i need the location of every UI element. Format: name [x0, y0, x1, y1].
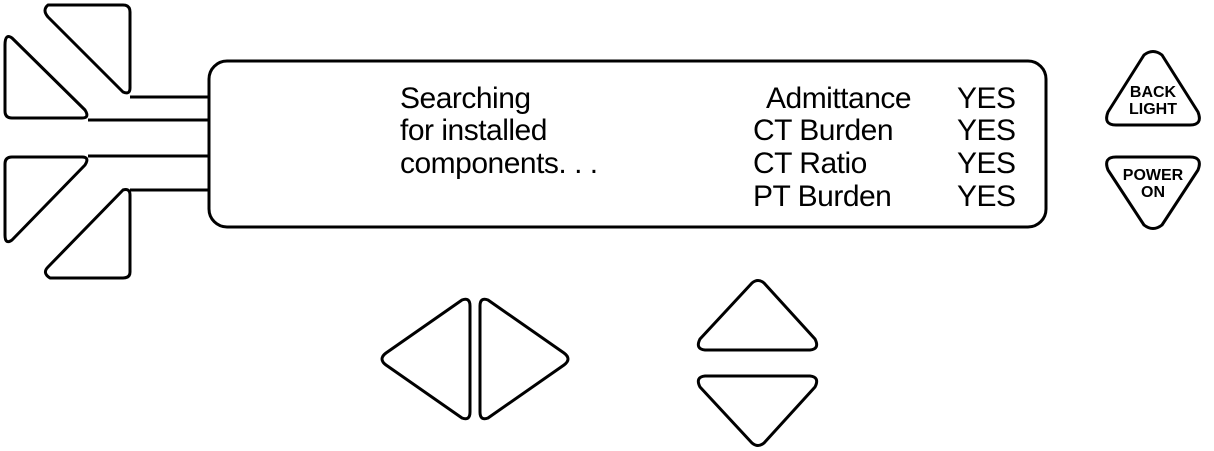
- component-status: YES: [957, 114, 1016, 147]
- backlight-label-line1: BACK: [1130, 84, 1177, 101]
- soft-key-upper-top-icon[interactable]: [43, 3, 132, 95]
- component-name: Admittance: [766, 82, 911, 115]
- backlight-label-line2: LIGHT: [1129, 101, 1177, 118]
- soft-key-lower-top-icon[interactable]: [3, 155, 89, 244]
- chevron-up-icon[interactable]: [696, 279, 819, 352]
- component-status: YES: [957, 180, 1016, 213]
- power-label-line2: ON: [1141, 184, 1165, 201]
- power-label-line1: POWER: [1123, 167, 1184, 184]
- soft-key-connectors: [88, 95, 210, 192]
- component-status: YES: [957, 82, 1016, 115]
- chevron-right-icon[interactable]: [478, 297, 570, 421]
- soft-key-lower[interactable]: [3, 155, 132, 280]
- instrument-panel: Searching for installed components. . . …: [3, 3, 1201, 447]
- power-button[interactable]: POWER ON: [1105, 155, 1201, 230]
- soft-key-upper-bottom-icon[interactable]: [3, 35, 89, 120]
- message-line: components. . .: [400, 147, 598, 180]
- component-status: YES: [957, 147, 1016, 180]
- lcd-display: [207, 59, 1048, 229]
- soft-key-lower-bottom-icon[interactable]: [43, 188, 132, 280]
- message-line: for installed: [400, 114, 547, 147]
- message-line: Searching: [400, 82, 531, 115]
- backlight-button[interactable]: BACK LIGHT: [1105, 50, 1201, 127]
- chevron-down-icon[interactable]: [696, 374, 819, 447]
- component-name: CT Burden: [753, 114, 893, 147]
- chevron-left-icon[interactable]: [380, 297, 472, 421]
- component-name: PT Burden: [753, 180, 891, 213]
- component-name: CT Ratio: [753, 147, 867, 180]
- soft-key-upper[interactable]: [3, 3, 132, 120]
